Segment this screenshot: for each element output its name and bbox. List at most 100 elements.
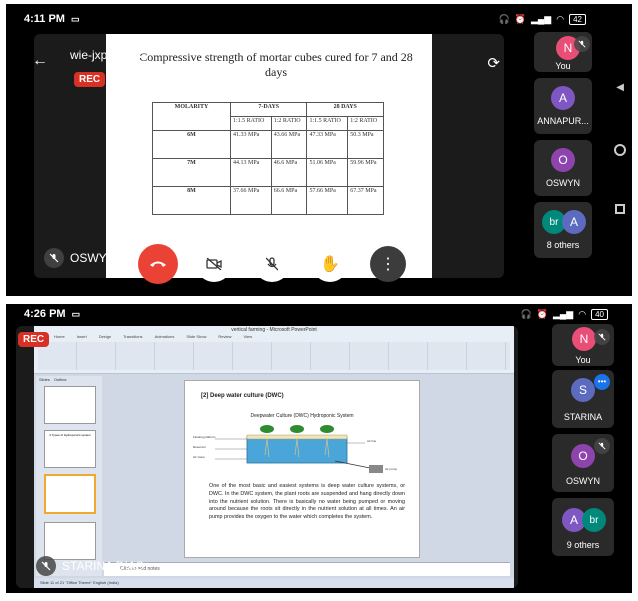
avatar: A: [562, 210, 586, 234]
tab-insert[interactable]: Insert: [77, 334, 87, 339]
ribbon-tools: [38, 342, 510, 370]
slide-thumbnail-active[interactable]: [44, 474, 96, 514]
avatar: O: [571, 444, 595, 468]
more-options-button[interactable]: ⋮: [370, 246, 406, 282]
tab-view[interactable]: View: [244, 334, 253, 339]
sub-ratio-a: 1:1.5 RATIO: [230, 116, 272, 131]
presentation-tile[interactable]: Compressive strength of mortar cubes cur…: [34, 34, 504, 278]
more-vert-icon: ⋮: [380, 256, 396, 273]
strength-table: MOLARITY 7-DAYS 28 DAYS 1:1.5 RATIO 1:2 …: [152, 102, 384, 215]
participant-name: ANNAPUR...: [537, 116, 589, 126]
mic-off-button[interactable]: [254, 246, 290, 282]
participant-tile-you[interactable]: N You: [552, 324, 614, 366]
participant-name: 8 others: [546, 240, 580, 250]
avatar: N: [572, 327, 596, 351]
speaking-icon: •••: [594, 374, 610, 390]
slides-tab[interactable]: Slides: [39, 377, 50, 382]
switch-camera-icon[interactable]: ⟳: [487, 54, 500, 72]
avatar: br: [582, 508, 606, 532]
rec-badge: REC: [18, 332, 50, 347]
status-time: 4:11 PM: [24, 13, 65, 25]
presenter-label: OSWYN SC: [44, 248, 135, 268]
avatar: S: [571, 378, 595, 402]
ppt-status-bar: Slide 11 of 21 "Office Theme" English (I…: [34, 578, 514, 588]
tab-review[interactable]: Review: [218, 334, 231, 339]
participant-tile-others[interactable]: br A 8 others: [534, 202, 592, 258]
tab-design[interactable]: Design: [99, 334, 111, 339]
meeting-code[interactable]: wie-jxpr-nhb ▸: [70, 48, 143, 62]
label-reservoir: Reservoir: [193, 445, 206, 449]
status-icons: 🎧 ⏰ ▂▄▆ ◠ 42: [499, 13, 586, 25]
participant-name: OSWYN: [545, 178, 580, 188]
slide-title: Compressive strength of mortar cubes cur…: [139, 50, 413, 79]
col-28days: 28 DAYS: [306, 102, 384, 117]
label-air-line: Air line: [367, 439, 377, 443]
wifi-icon: ◠: [578, 308, 587, 319]
participant-tile[interactable]: O OSWYN: [552, 434, 614, 492]
ribbon: vertical farming - Microsoft PowerPoint …: [34, 326, 514, 374]
presenter-label: STARINA DIAS: [36, 556, 144, 576]
slide-thumbnail[interactable]: 4 Types of Hydroponics system: [44, 430, 96, 468]
rec-badge: REC: [74, 72, 106, 87]
signal-icon: ▂▄▆: [531, 13, 552, 24]
participant-tile[interactable]: A ANNAPUR...: [534, 78, 592, 134]
participant-tile[interactable]: S ••• STARINA: [552, 370, 614, 428]
participant-name: STARINA: [563, 412, 603, 422]
participant-name: You: [575, 355, 591, 365]
participant-name: You: [555, 61, 571, 71]
slide-thumbnail[interactable]: [44, 522, 96, 560]
slide: Compressive strength of mortar cubes cur…: [106, 34, 432, 278]
slide-thumbnail[interactable]: [44, 386, 96, 424]
table-row: 6M 41.33 MPa 43.66 MPa 47.33 MPa 50.3 MP…: [152, 130, 384, 159]
tab-transitions[interactable]: Transitions: [123, 334, 142, 339]
raise-hand-button[interactable]: ✋: [312, 246, 348, 282]
slide-body-text: One of the most basic and easiest system…: [209, 483, 405, 521]
participant-tile[interactable]: O OSWYN: [534, 140, 592, 196]
powerpoint-window: vertical farming - Microsoft PowerPoint …: [34, 326, 514, 588]
status-time: 4:26 PM: [24, 308, 66, 320]
camera-off-button[interactable]: [196, 246, 232, 282]
tab-home[interactable]: Home: [54, 334, 65, 339]
wifi-icon: ◠: [556, 13, 565, 24]
signal-icon: ▂▄▆: [553, 308, 574, 319]
participant-tile-you[interactable]: N You: [534, 32, 592, 72]
status-bar: 4:26 PM ▭ 🎧 ⏰ ▂▄▆ ◠ 40: [6, 304, 632, 324]
label-air-pump: Air pump: [385, 467, 398, 471]
slides-panel: Slides Outline 4 Types of Hydroponics sy…: [36, 376, 102, 576]
chevron-right-icon: ▸: [138, 52, 143, 61]
col-molarity: MOLARITY: [152, 102, 231, 131]
participant-tile-others[interactable]: A br 9 others: [552, 498, 614, 556]
sub-ratio-b: 1:2 RATIO: [270, 116, 308, 131]
battery-icon: 42: [569, 13, 586, 25]
mic-off-icon: [594, 329, 610, 345]
alarm-icon: ⏰: [514, 13, 526, 24]
ribbon-tabs: Home Insert Design Transitions Animation…: [54, 334, 252, 339]
avatar: A: [551, 86, 575, 110]
tab-animations[interactable]: Animations: [155, 334, 175, 339]
cast-icon: ▭: [70, 13, 80, 24]
mic-off-icon: [36, 556, 56, 576]
participant-name: 9 others: [566, 540, 600, 550]
notes-pane[interactable]: Click to add notes: [104, 562, 510, 576]
table-row: 8M 37.66 MPa 66.6 MPa 57.66 MPa 67.37 MP…: [152, 186, 384, 215]
cast-icon: ▭: [71, 308, 81, 319]
end-call-button[interactable]: [138, 244, 178, 284]
diagram-title: Deepwater Culture (DWC) Hydroponic Syste…: [250, 413, 354, 419]
tab-slide-show[interactable]: Slide Show: [186, 334, 206, 339]
meet-screenshot-top: 4:11 PM ▭ 🎧 ⏰ ▂▄▆ ◠ 42 Compressive stren…: [6, 4, 632, 296]
window-title: vertical farming - Microsoft PowerPoint: [231, 327, 317, 333]
col-7days: 7-DAYS: [229, 102, 308, 117]
presentation-tile[interactable]: vertical farming - Microsoft PowerPoint …: [16, 326, 518, 588]
android-nav-bar: ◀: [606, 4, 632, 296]
back-arrow-icon[interactable]: ←: [34, 52, 48, 70]
status-icons: 🎧 ⏰ ▂▄▆ ◠ 40: [520, 308, 608, 320]
outline-tab[interactable]: Outline: [54, 377, 67, 382]
sub-ratio-a: 1:1.5 RATIO: [306, 116, 349, 131]
headset-icon: 🎧: [520, 308, 532, 319]
nav-home-icon[interactable]: [614, 144, 626, 156]
sub-ratio-b: 1:2 RATIO: [347, 116, 384, 131]
nav-back-icon[interactable]: ◀: [616, 82, 624, 93]
table-row: 7M 44.13 MPa 46.6 MPa 51.06 MPa 59.96 MP…: [152, 158, 384, 187]
status-bar: 4:11 PM ▭ 🎧 ⏰ ▂▄▆ ◠ 42: [6, 4, 632, 34]
nav-recents-icon[interactable]: [615, 204, 625, 214]
